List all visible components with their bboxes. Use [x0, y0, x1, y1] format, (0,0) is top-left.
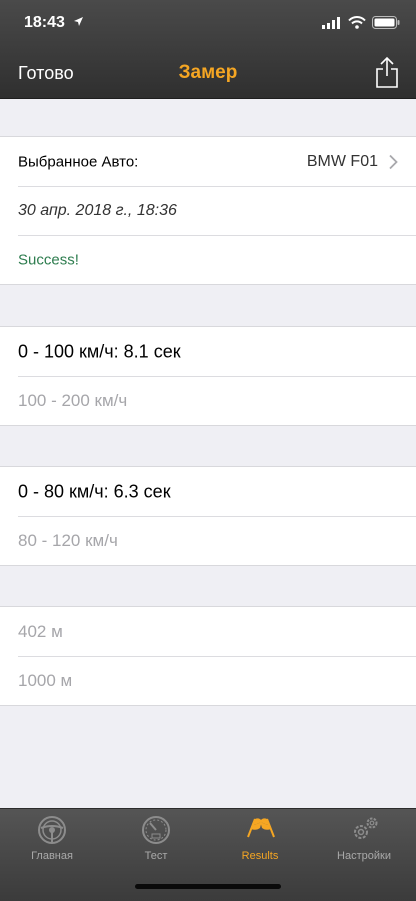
- checkered-flags-icon: [247, 818, 275, 838]
- status-text: Success!: [18, 251, 79, 268]
- cellular-signal-icon: [322, 17, 340, 29]
- result-row: 80 - 120 км/ч: [0, 516, 416, 565]
- battery-icon: [372, 16, 400, 29]
- tab-home[interactable]: Главная: [0, 809, 104, 869]
- result-row: 100 - 200 км/ч: [0, 376, 416, 425]
- gears-icon: [354, 817, 378, 839]
- result-row: 0 - 80 км/ч: 6.3 сек: [0, 467, 416, 516]
- page-title: Замер: [178, 62, 238, 83]
- chevron-right-icon: [389, 154, 398, 169]
- tab-home-label: Главная: [31, 850, 73, 862]
- tab-results-label: Results: [241, 850, 279, 862]
- status-time: 18:43: [24, 14, 65, 31]
- home-indicator[interactable]: [135, 884, 281, 889]
- wifi-icon: [348, 16, 366, 29]
- tab-settings-label: Настройки: [337, 850, 391, 862]
- selected-car-label: Выбранное Авто:: [18, 153, 139, 170]
- tab-test-label: Тест: [144, 850, 168, 862]
- selected-car-value: BMW F01: [306, 152, 378, 170]
- results-group-2: 0 - 80 км/ч: 6.3 сек 80 - 120 км/ч: [0, 466, 416, 566]
- tab-settings[interactable]: Настройки: [312, 809, 416, 869]
- result-row: 0 - 100 км/ч: 8.1 сек: [0, 327, 416, 376]
- navigation-bar: 18:43 Готово Замер: [0, 0, 416, 99]
- tab-test[interactable]: Тест: [104, 809, 208, 869]
- selected-car-row[interactable]: Выбранное Авто: BMW F01: [0, 137, 416, 186]
- result-80-120: 80 - 120 км/ч: [18, 530, 118, 550]
- tab-results[interactable]: Results: [208, 809, 312, 869]
- result-0-100: 0 - 100 км/ч: 8.1 сек: [18, 341, 181, 361]
- result-0-80: 0 - 80 км/ч: 6.3 сек: [18, 481, 171, 501]
- results-group-3: 402 м 1000 м: [0, 606, 416, 706]
- result-402m: 402 м: [18, 621, 63, 641]
- share-icon[interactable]: [375, 56, 399, 88]
- result-1000m: 1000 м: [18, 670, 73, 690]
- steering-wheel-icon: [38, 816, 66, 844]
- speedometer-icon: [142, 816, 170, 844]
- result-row: 402 м: [0, 607, 416, 656]
- result-100-200: 100 - 200 км/ч: [18, 390, 128, 410]
- location-arrow-icon: [74, 17, 83, 26]
- date-row: 30 апр. 2018 г., 18:36: [0, 186, 416, 235]
- status-row: Success!: [0, 235, 416, 284]
- measurement-date: 30 апр. 2018 г., 18:36: [18, 201, 177, 219]
- result-row: 1000 м: [0, 656, 416, 705]
- results-group-1: 0 - 100 км/ч: 8.1 сек 100 - 200 км/ч: [0, 326, 416, 426]
- info-group: Выбранное Авто: BMW F01 30 апр. 2018 г.,…: [0, 136, 416, 285]
